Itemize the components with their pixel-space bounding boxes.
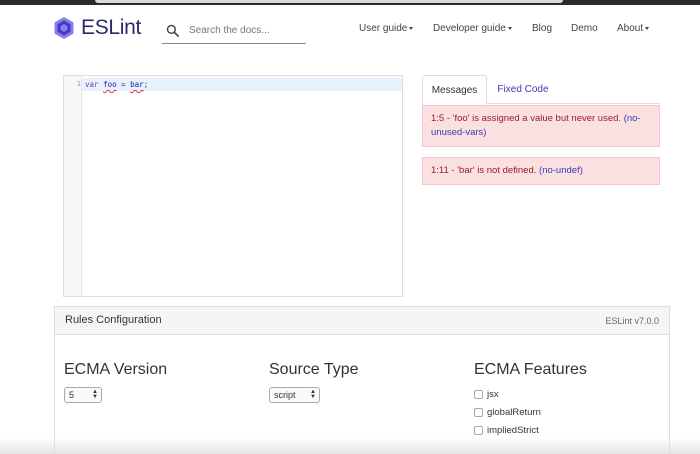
code-keyword: var [85,80,99,89]
nav-developer-guide[interactable]: Developer guide [433,23,512,34]
nav-user-guide[interactable]: User guide [359,23,414,34]
checkbox[interactable] [474,426,483,435]
lint-message: 1:11 - 'bar' is not defined. (no-undef) [422,157,660,185]
site-header: ESLint User guide Developer guide Blog D… [0,5,700,55]
nav-demo-label: Demo [571,23,598,34]
feature-jsx[interactable]: jsx [474,389,499,400]
code-editor[interactable]: 1 var foo = bar; [63,75,403,297]
feature-label: globalReturn [487,407,541,418]
nav-about[interactable]: About [617,23,650,34]
ecma-features-heading: ECMA Features [474,361,587,378]
nav-demo[interactable]: Demo [571,23,598,34]
code-identifier: foo [103,80,117,89]
source-type-heading: Source Type [269,361,359,378]
chevron-down-icon [409,26,414,30]
code-value: bar [130,80,144,89]
nav-developer-guide-label: Developer guide [433,23,506,34]
editor-gutter: 1 [64,76,82,296]
code-line[interactable]: var foo = bar; [82,78,402,91]
browser-tab [95,0,563,3]
lint-message: 1:5 - 'foo' is assigned a value but neve… [422,105,660,147]
rules-panel-title: Rules Configuration [65,314,162,326]
feature-global-return[interactable]: globalReturn [474,407,541,418]
eslint-logo[interactable]: ESLint [52,16,141,40]
logo-text: ESLint [81,16,142,39]
nav-about-label: About [617,23,644,34]
line-number: 1 [76,80,81,88]
feature-label: impliedStrict [487,425,539,436]
ecma-version-heading: ECMA Version [64,361,168,378]
ecma-version-select[interactable]: 5 ▲ ▼ [64,387,102,403]
eslint-version: ESLint v7.0.0 [605,316,659,326]
chevron-down-icon [645,26,650,30]
feature-label: jsx [487,389,499,400]
tab-fixed-code[interactable]: Fixed Code [488,75,558,105]
search-input[interactable] [189,25,301,36]
ecma-version-value: 5 [69,390,75,400]
lint-message-text: 1:5 - 'foo' is assigned a value but neve… [431,113,622,124]
code-semicolon: ; [143,80,149,89]
search-icon [166,24,179,37]
code-operator: = [121,80,126,89]
output-tabs: Messages Fixed Code [422,75,660,105]
chevron-down-icon [507,26,512,30]
source-type-value: script [274,390,296,400]
rule-link-no-undef[interactable]: (no-undef) [539,165,583,176]
nav-blog-label: Blog [532,23,553,34]
bottom-shadow [0,438,700,454]
select-arrows-icon: ▲ ▼ [310,389,316,400]
tab-messages[interactable]: Messages [422,75,487,105]
select-arrows-icon: ▲ ▼ [92,389,98,400]
nav-user-guide-label: User guide [359,23,408,34]
checkbox[interactable] [474,390,483,399]
lint-message-text: 1:11 - 'bar' is not defined. [431,165,537,176]
nav-blog[interactable]: Blog [532,23,552,34]
search-box[interactable] [162,18,306,44]
source-type-select[interactable]: script ▲ ▼ [269,387,320,403]
feature-implied-strict[interactable]: impliedStrict [474,425,539,436]
checkbox[interactable] [474,408,483,417]
rules-configuration-panel: Rules Configuration ESLint v7.0.0 [54,306,670,454]
eslint-logo-icon [54,17,74,39]
rules-panel-header[interactable]: Rules Configuration ESLint v7.0.0 [55,307,669,335]
